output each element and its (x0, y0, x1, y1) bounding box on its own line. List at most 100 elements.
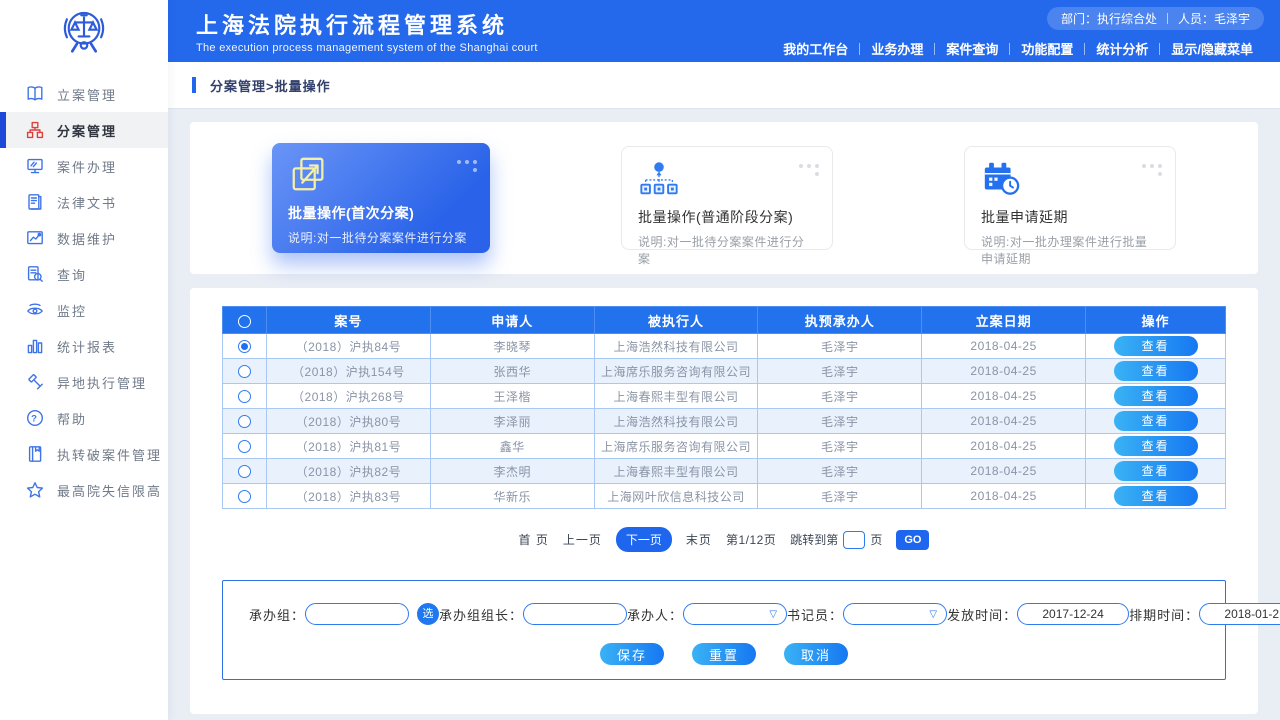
pill-divider (1167, 13, 1168, 24)
app-header: 上海法院执行流程管理系统 The execution process manag… (168, 0, 1280, 62)
handler-select[interactable] (683, 603, 787, 625)
user-info-pill: 部门：执行综合处 人员：毛泽宇 (1047, 7, 1264, 30)
page-prev[interactable]: 上一页 (563, 531, 602, 548)
sidebar-item-label: 数据维护 (57, 229, 117, 248)
row-radio[interactable] (238, 415, 251, 428)
row-radio[interactable] (238, 490, 251, 503)
view-button[interactable]: 查看 (1114, 411, 1198, 431)
sidebar-item-query[interactable]: 查询 (0, 256, 168, 292)
table-header-row: 案号 申请人 被执行人 执预承办人 立案日期 操作 (223, 307, 1226, 334)
nav-item-statistics[interactable]: 统计分析 (1085, 39, 1159, 58)
sidebar-item-help[interactable]: ? 帮助 (0, 400, 168, 436)
table-row: （2018）沪执82号 李杰明 上海春熙丰型有限公司 毛泽宇 2018-04-2… (223, 459, 1226, 484)
page-last[interactable]: 末页 (686, 531, 712, 548)
card-batch-extension-request[interactable]: 批量申请延期 说明:对一批办理案件进行批量申请延期 (964, 146, 1176, 250)
go-button[interactable]: GO (896, 530, 929, 550)
data-chart-icon (26, 229, 44, 247)
eye-icon (26, 301, 44, 319)
cell-filing-date: 2018-04-25 (922, 334, 1086, 359)
cell-handler: 毛泽宇 (758, 334, 922, 359)
nav-item-workbench[interactable]: 我的工作台 (772, 39, 859, 58)
cell-handler: 毛泽宇 (758, 484, 922, 509)
sidebar-item-supreme-court-dishonesty[interactable]: 最高院失信限高 (0, 472, 168, 508)
sidebar-item-legal-documents[interactable]: 法律文书 (0, 184, 168, 220)
view-button[interactable]: 查看 (1114, 486, 1198, 506)
case-table: 案号 申请人 被执行人 执预承办人 立案日期 操作 （2018 (222, 306, 1226, 509)
sidebar-item-data-maintenance[interactable]: 数据维护 (0, 220, 168, 256)
cell-applicant: 张西华 (430, 359, 594, 384)
svg-text:?: ? (31, 413, 39, 424)
view-button[interactable]: 查看 (1114, 361, 1198, 381)
cell-handler: 毛泽宇 (758, 409, 922, 434)
sidebar-item-label: 执转破案件管理 (57, 445, 162, 464)
cell-filing-date: 2018-04-25 (922, 459, 1086, 484)
cell-filing-date: 2018-04-25 (922, 359, 1086, 384)
row-radio[interactable] (238, 340, 251, 353)
sidebar-item-statistics-report[interactable]: 统计报表 (0, 328, 168, 364)
view-button[interactable]: 查看 (1114, 386, 1198, 406)
table-row: （2018）沪执268号 王泽楷 上海春熙丰型有限公司 毛泽宇 2018-04-… (223, 384, 1226, 409)
sidebar-item-case-handling[interactable]: 案件办理 (0, 148, 168, 184)
cell-applicant: 王泽楷 (430, 384, 594, 409)
issue-date-input[interactable] (1017, 603, 1129, 625)
dots-menu-icon (1134, 160, 1162, 176)
handling-group-input[interactable] (305, 603, 409, 625)
cell-handler: 毛泽宇 (758, 434, 922, 459)
main-area: 分案管理>批量操作 (168, 62, 1280, 720)
jump-suffix-label: 页 (870, 531, 882, 548)
col-header-case-no: 案号 (267, 307, 431, 334)
row-radio[interactable] (238, 465, 251, 478)
cell-respondent: 上海春熙丰型有限公司 (594, 459, 758, 484)
card-batch-first-assignment[interactable]: 批量操作(首次分案) 说明:对一批待分案案件进行分案 (272, 143, 490, 253)
view-button[interactable]: 查看 (1114, 336, 1198, 356)
active-indicator (0, 112, 6, 148)
row-radio[interactable] (238, 365, 251, 378)
card-batch-stage-assignment[interactable]: 批量操作(普通阶段分案) 说明:对一批待分案案件进行分案 (621, 146, 833, 250)
row-radio[interactable] (238, 440, 251, 453)
page-jump-input[interactable] (843, 531, 865, 549)
nav-item-business[interactable]: 业务办理 (860, 39, 934, 58)
table-row: （2018）沪执81号 鑫华 上海席乐服务咨询有限公司 毛泽宇 2018-04-… (223, 434, 1226, 459)
nav-item-case-query[interactable]: 案件查询 (935, 39, 1009, 58)
sidebar-item-bankruptcy-transfer[interactable]: 执转破案件管理 (0, 436, 168, 472)
help-icon: ? (26, 409, 44, 427)
sidebar-item-remote-execution[interactable]: 异地执行管理 (0, 364, 168, 400)
case-table-panel: 案号 申请人 被执行人 执预承办人 立案日期 操作 （2018 (190, 288, 1258, 714)
nav-item-toggle-menu[interactable]: 显示/隐藏菜单 (1160, 39, 1264, 58)
bar-chart-icon (26, 337, 44, 355)
table-row: （2018）沪执80号 李泽丽 上海浩然科技有限公司 毛泽宇 2018-04-2… (223, 409, 1226, 434)
schedule-date-label: 排期时间： (1129, 605, 1199, 624)
cancel-button[interactable]: 取消 (784, 643, 848, 665)
view-button[interactable]: 查看 (1114, 436, 1198, 456)
sidebar-item-label: 异地执行管理 (57, 373, 147, 392)
cell-applicant: 鑫华 (430, 434, 594, 459)
card-description: 说明:对一批办理案件进行批量申请延期 (981, 233, 1159, 267)
schedule-date-input[interactable] (1199, 603, 1280, 625)
reset-button[interactable]: 重置 (692, 643, 756, 665)
app-window: 立案管理 分案管理 案件办理 法律 (0, 0, 1280, 720)
nav-item-function-config[interactable]: 功能配置 (1010, 39, 1084, 58)
cell-respondent: 上海席乐服务咨询有限公司 (594, 434, 758, 459)
sidebar-item-case-filing[interactable]: 立案管理 (0, 76, 168, 112)
document-icon (26, 193, 44, 211)
select-all-radio[interactable] (238, 315, 251, 328)
gavel-icon (26, 373, 44, 391)
page-first[interactable]: 首 页 (519, 531, 549, 548)
save-button[interactable]: 保存 (600, 643, 664, 665)
cell-case-no: （2018）沪执84号 (267, 334, 431, 359)
cell-case-no: （2018）沪执81号 (267, 434, 431, 459)
select-group-button[interactable]: 选 (417, 603, 439, 625)
sidebar-item-monitoring[interactable]: 监控 (0, 292, 168, 328)
view-button[interactable]: 查看 (1114, 461, 1198, 481)
cell-filing-date: 2018-04-25 (922, 409, 1086, 434)
page-next[interactable]: 下一页 (616, 527, 672, 552)
breadcrumb: 分案管理>批量操作 (210, 76, 331, 95)
row-radio[interactable] (238, 390, 251, 403)
external-link-icon (288, 155, 474, 195)
pagination: 首 页 上一页 下一页 末页 第1/12页 跳转到第 页 GO (222, 527, 1226, 552)
clerk-select[interactable] (843, 603, 947, 625)
sidebar-item-case-assignment[interactable]: 分案管理 (0, 112, 168, 148)
flow-tree-icon (638, 159, 816, 199)
group-leader-input[interactable] (523, 603, 627, 625)
cell-applicant: 李晓琴 (430, 334, 594, 359)
